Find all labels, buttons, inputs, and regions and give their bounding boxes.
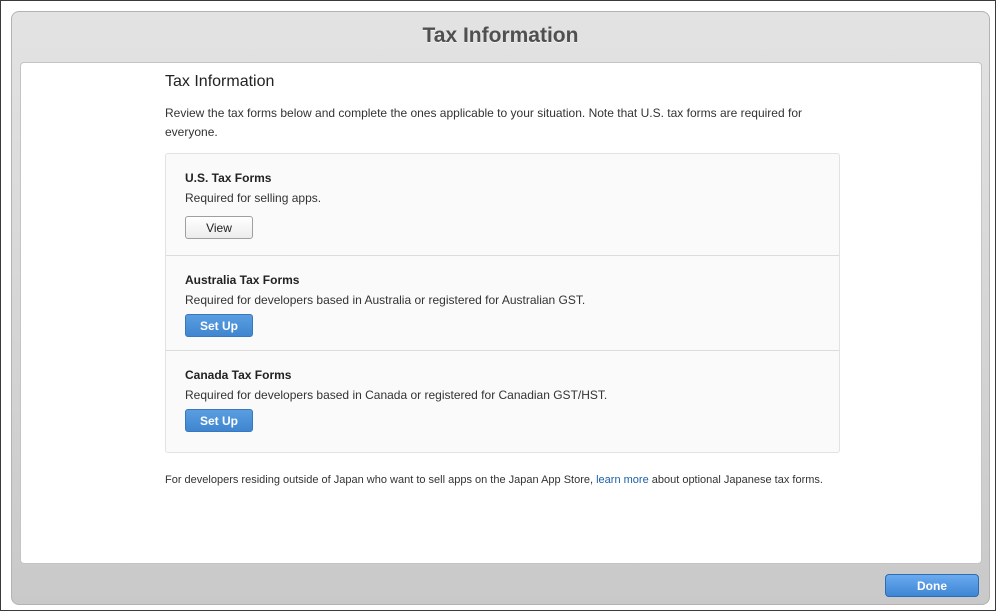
intro-text: Review the tax forms below and complete …	[165, 106, 802, 139]
content-panel: Tax Information Review the tax forms bel…	[20, 62, 982, 564]
tax-information-dialog: Tax Information Tax Information Review t…	[11, 11, 990, 605]
learn-more-link[interactable]: learn more	[596, 474, 649, 486]
note-text-end: about optional Japanese tax forms.	[648, 474, 823, 486]
section-title: Australia Tax Forms	[185, 273, 300, 287]
australia-tax-forms-section: Australia Tax Forms Required for develop…	[166, 255, 839, 350]
dialog-title: Tax Information	[422, 24, 579, 47]
screenshot-frame: Tax Information Tax Information Review t…	[0, 0, 996, 611]
title-bar: Tax Information	[12, 12, 989, 60]
section-description: Required for selling apps.	[185, 191, 322, 205]
set-up-australia-tax-forms-button[interactable]: Set Up	[185, 314, 253, 337]
canada-tax-forms-section: Canada Tax Forms Required for developers…	[166, 350, 839, 445]
section-description: Required for developers based in Austral…	[185, 293, 586, 307]
section-description: Required for developers based in Canada …	[185, 388, 608, 402]
page-heading: Tax Information	[165, 73, 275, 90]
section-title: U.S. Tax Forms	[185, 171, 272, 185]
done-button[interactable]: Done	[885, 574, 979, 597]
japan-tax-note: For developers residing outside of Japan…	[165, 473, 835, 488]
note-text-start: For developers residing outside of Japan…	[165, 474, 597, 486]
us-tax-forms-section: U.S. Tax Forms Required for selling apps…	[166, 154, 839, 249]
tax-forms-list: U.S. Tax Forms Required for selling apps…	[165, 153, 840, 453]
section-title: Canada Tax Forms	[185, 368, 292, 382]
set-up-canada-tax-forms-button[interactable]: Set Up	[185, 409, 253, 432]
view-us-tax-forms-button[interactable]: View	[185, 216, 253, 239]
